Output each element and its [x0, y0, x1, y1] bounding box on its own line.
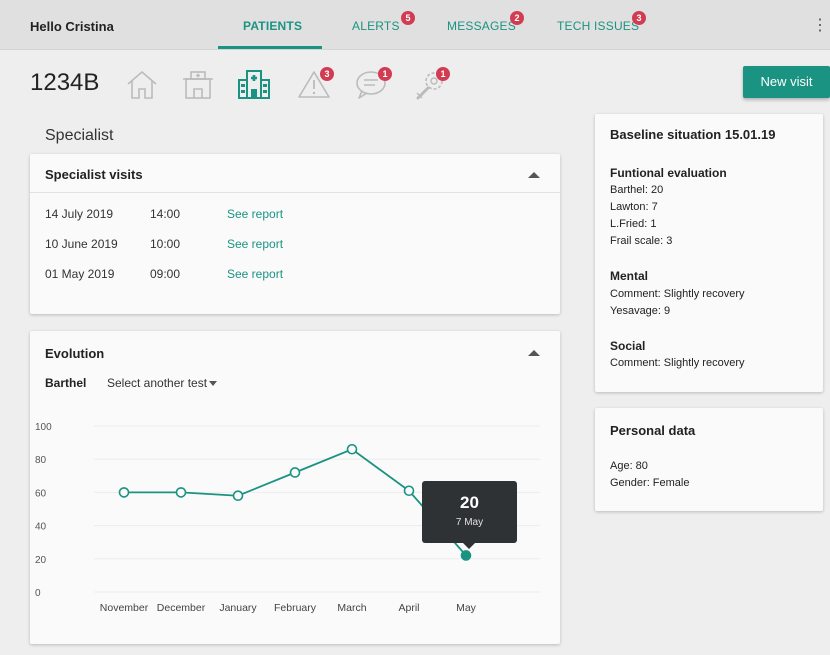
- tech-icon-badge: 1: [436, 67, 450, 81]
- tab-tech-issues[interactable]: TECH ISSUES: [557, 19, 639, 33]
- social-line: Comment: Slightly recovery: [610, 357, 745, 369]
- specialist-visits-title: Specialist visits: [45, 167, 143, 182]
- data-point[interactable]: [289, 467, 301, 478]
- data-point[interactable]: [232, 490, 244, 502]
- functional-line: Lawton: 7: [610, 201, 658, 213]
- data-point[interactable]: [403, 485, 415, 497]
- visit-date: 14 July 2019: [45, 207, 114, 221]
- functional-line: Barthel: 20: [610, 184, 664, 196]
- mental-heading: Mental: [610, 269, 649, 283]
- functional-line: L.Fried: 1: [610, 218, 657, 230]
- divider: [30, 192, 560, 193]
- see-report-link[interactable]: See report: [227, 267, 283, 281]
- hospital-icon[interactable]: [236, 67, 272, 103]
- data-point[interactable]: [175, 487, 187, 498]
- x-tick-label: April: [398, 602, 419, 614]
- collapse-icon[interactable]: [528, 350, 540, 356]
- functional-heading: Funtional evaluation: [610, 166, 727, 180]
- visit-date: 10 June 2019: [45, 237, 118, 251]
- visit-date: 01 May 2019: [45, 267, 115, 281]
- visit-time: 09:00: [150, 267, 181, 281]
- x-tick-label: May: [456, 602, 477, 614]
- new-visit-button[interactable]: New visit: [743, 66, 830, 98]
- y-tick-label: 20: [35, 555, 47, 566]
- alerts-icon-badge: 3: [320, 67, 334, 81]
- chevron-down-icon[interactable]: [209, 381, 217, 386]
- x-tick-label: December: [157, 602, 206, 614]
- mental-line: Comment: Slightly recovery: [610, 288, 745, 300]
- x-tick-label: February: [274, 602, 317, 614]
- y-tick-label: 0: [35, 588, 41, 599]
- x-tick-label: March: [337, 602, 366, 614]
- y-tick-label: 60: [35, 488, 47, 499]
- data-point[interactable]: [118, 487, 130, 498]
- active-tab-indicator: [218, 46, 322, 49]
- test-label: Barthel: [45, 376, 87, 390]
- y-tick-label: 100: [35, 422, 52, 433]
- patient-id: 1234B: [30, 69, 100, 96]
- baseline-title: Baseline situation 15.01.19: [610, 127, 776, 142]
- personal-data-title: Personal data: [610, 423, 696, 438]
- tooltip-value: 20: [460, 493, 479, 512]
- collapse-icon[interactable]: [528, 172, 540, 178]
- visit-time: 14:00: [150, 207, 181, 221]
- test-select[interactable]: Select another test: [107, 376, 207, 390]
- section-title: Specialist: [45, 127, 114, 144]
- vertical-dots-icon[interactable]: ⋮: [812, 16, 828, 36]
- see-report-link[interactable]: See report: [227, 237, 283, 251]
- alerts-badge: 5: [401, 11, 415, 25]
- tab-patients[interactable]: PATIENTS: [243, 19, 302, 33]
- tooltip-date: 7 May: [455, 517, 484, 528]
- see-report-link[interactable]: See report: [227, 207, 283, 221]
- data-point[interactable]: [346, 443, 358, 455]
- messages-icon-badge: 1: [378, 67, 392, 81]
- home-icon[interactable]: [124, 67, 160, 103]
- visit-time: 10:00: [150, 237, 181, 251]
- tech-issues-badge: 3: [632, 11, 646, 25]
- x-tick-label: November: [100, 602, 149, 614]
- x-tick-label: January: [219, 602, 257, 614]
- top-bar: Hello Cristina PATIENTS ALERTS 5 MESSAGE…: [0, 0, 830, 50]
- chart-tooltip: 20 7 May: [422, 481, 517, 549]
- y-tick-label: 40: [35, 522, 47, 533]
- personal-line: Gender: Female: [610, 477, 690, 489]
- series-line: [124, 448, 467, 557]
- tab-messages[interactable]: MESSAGES: [447, 19, 516, 33]
- messages-badge: 2: [510, 11, 524, 25]
- mental-line: Yesavage: 9: [610, 305, 671, 317]
- tab-alerts[interactable]: ALERTS: [352, 19, 400, 33]
- personal-line: Age: 80: [610, 460, 648, 472]
- functional-line: Frail scale: 3: [610, 235, 673, 247]
- y-tick-label: 80: [35, 455, 47, 466]
- evolution-title: Evolution: [45, 346, 105, 361]
- greeting: Hello Cristina: [30, 19, 114, 34]
- tooltip-arrow: [463, 543, 475, 549]
- care-home-icon[interactable]: [180, 67, 216, 103]
- data-point-selected[interactable]: [460, 550, 472, 561]
- social-heading: Social: [610, 339, 646, 353]
